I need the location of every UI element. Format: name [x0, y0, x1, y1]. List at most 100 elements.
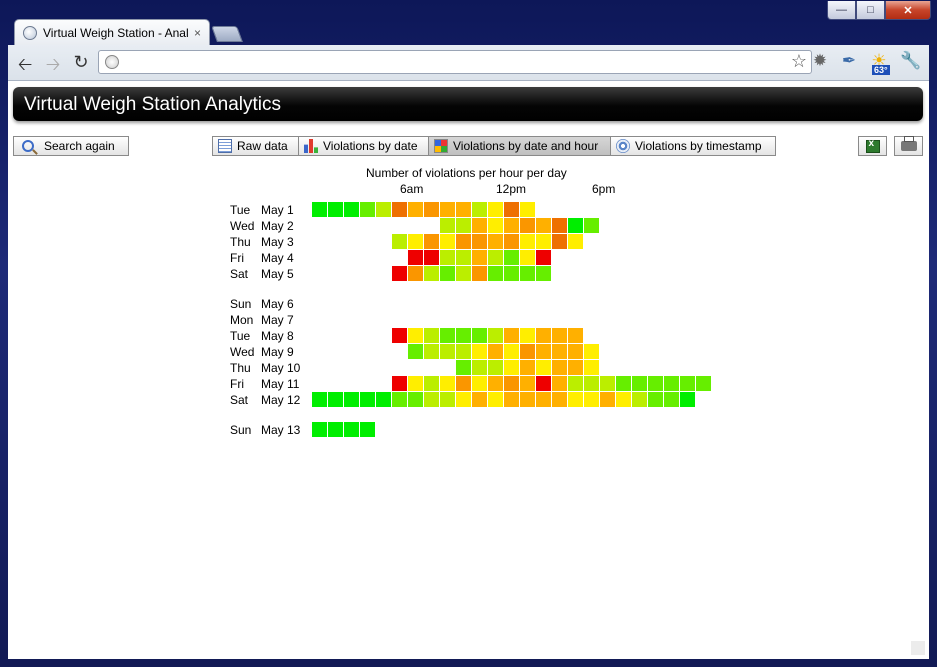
heatmap-cell[interactable] [488, 218, 503, 233]
heatmap-cell[interactable] [504, 344, 519, 359]
heatmap-cell[interactable] [456, 266, 471, 281]
heatmap-cell[interactable] [472, 218, 487, 233]
tab-violations-by-date[interactable]: Violations by date [298, 136, 429, 156]
back-arrow-icon[interactable]: 🡠 [14, 52, 36, 82]
browser-tab[interactable]: Virtual Weigh Station - Anal × [14, 19, 210, 45]
heatmap-cell[interactable] [440, 392, 455, 407]
heatmap-cell[interactable] [376, 392, 391, 407]
heatmap-cell[interactable] [360, 422, 375, 437]
heatmap-cell[interactable] [568, 360, 583, 375]
heatmap-cell[interactable] [456, 376, 471, 391]
heatmap-cell[interactable] [584, 344, 599, 359]
heatmap-cell[interactable] [360, 202, 375, 217]
heatmap-cell[interactable] [520, 328, 535, 343]
heatmap-cell[interactable] [440, 202, 455, 217]
heatmap-cell[interactable] [472, 250, 487, 265]
heatmap-cell[interactable] [520, 202, 535, 217]
heatmap-cell[interactable] [488, 202, 503, 217]
weather-icon[interactable]: ☀ 63° [868, 51, 890, 75]
heatmap-cell[interactable] [520, 360, 535, 375]
heatmap-cell[interactable] [440, 234, 455, 249]
heatmap-cell[interactable] [456, 202, 471, 217]
forward-arrow-icon[interactable]: 🡢 [42, 52, 64, 82]
heatmap-cell[interactable] [536, 266, 551, 281]
heatmap-cell[interactable] [488, 234, 503, 249]
heatmap-cell[interactable] [488, 250, 503, 265]
heatmap-cell[interactable] [536, 250, 551, 265]
heatmap-cell[interactable] [328, 422, 343, 437]
heatmap-cell[interactable] [344, 202, 359, 217]
heatmap-cell[interactable] [424, 376, 439, 391]
heatmap-cell[interactable] [440, 376, 455, 391]
heatmap-cell[interactable] [440, 218, 455, 233]
heatmap-cell[interactable] [456, 344, 471, 359]
heatmap-cell[interactable] [408, 376, 423, 391]
heatmap-cell[interactable] [408, 234, 423, 249]
heatmap-cell[interactable] [504, 392, 519, 407]
heatmap-cell[interactable] [472, 202, 487, 217]
eyedropper-icon[interactable]: ✒ [838, 51, 860, 73]
heatmap-cell[interactable] [504, 250, 519, 265]
search-again-button[interactable]: Search again [13, 136, 129, 156]
heatmap-cell[interactable] [392, 234, 407, 249]
heatmap-cell[interactable] [568, 328, 583, 343]
heatmap-cell[interactable] [392, 392, 407, 407]
heatmap-cell[interactable] [488, 344, 503, 359]
heatmap-cell[interactable] [552, 218, 567, 233]
heatmap-cell[interactable] [408, 328, 423, 343]
heatmap-cell[interactable] [328, 392, 343, 407]
heatmap-cell[interactable] [440, 344, 455, 359]
heatmap-cell[interactable] [680, 392, 695, 407]
heatmap-cell[interactable] [488, 376, 503, 391]
star-icon[interactable]: ☆ [791, 51, 807, 72]
heatmap-cell[interactable] [648, 376, 663, 391]
heatmap-cell[interactable] [360, 392, 375, 407]
heatmap-cell[interactable] [408, 202, 423, 217]
heatmap-cell[interactable] [392, 266, 407, 281]
tab-violations-by-timestamp[interactable]: Violations by timestamp [610, 136, 776, 156]
heatmap-cell[interactable] [312, 422, 327, 437]
heatmap-cell[interactable] [472, 328, 487, 343]
heatmap-cell[interactable] [568, 218, 583, 233]
heatmap-cell[interactable] [552, 234, 567, 249]
heatmap-cell[interactable] [504, 376, 519, 391]
heatmap-cell[interactable] [472, 360, 487, 375]
heatmap-cell[interactable] [424, 202, 439, 217]
heatmap-cell[interactable] [456, 234, 471, 249]
export-excel-button[interactable] [858, 136, 887, 156]
heatmap-cell[interactable] [552, 360, 567, 375]
heatmap-cell[interactable] [536, 344, 551, 359]
heatmap-cell[interactable] [584, 218, 599, 233]
maximize-icon[interactable]: □ [856, 1, 885, 20]
heatmap-cell[interactable] [600, 376, 615, 391]
resize-grip[interactable] [911, 641, 925, 655]
heatmap-cell[interactable] [424, 392, 439, 407]
minimize-icon[interactable]: — [827, 1, 856, 20]
heatmap-cell[interactable] [520, 266, 535, 281]
heatmap-cell[interactable] [536, 218, 551, 233]
heatmap-cell[interactable] [568, 376, 583, 391]
heatmap-cell[interactable] [584, 360, 599, 375]
heatmap-cell[interactable] [664, 392, 679, 407]
heatmap-cell[interactable] [456, 328, 471, 343]
heatmap-cell[interactable] [552, 392, 567, 407]
heatmap-cell[interactable] [472, 392, 487, 407]
heatmap-cell[interactable] [488, 266, 503, 281]
heatmap-cell[interactable] [552, 328, 567, 343]
heatmap-cell[interactable] [584, 392, 599, 407]
gear-extension-icon[interactable]: ✹ [809, 51, 831, 73]
heatmap-cell[interactable] [568, 392, 583, 407]
heatmap-cell[interactable] [488, 392, 503, 407]
heatmap-cell[interactable] [328, 202, 343, 217]
heatmap-cell[interactable] [504, 360, 519, 375]
heatmap-cell[interactable] [312, 392, 327, 407]
address-bar[interactable]: ☆ [98, 50, 812, 74]
heatmap-cell[interactable] [632, 376, 647, 391]
heatmap-cell[interactable] [520, 392, 535, 407]
heatmap-cell[interactable] [520, 234, 535, 249]
reload-icon[interactable]: ↻ [70, 52, 92, 73]
close-icon[interactable]: ✕ [885, 1, 931, 20]
tab-close-icon[interactable]: × [194, 26, 201, 40]
heatmap-cell[interactable] [408, 392, 423, 407]
tab-raw-data[interactable]: Raw data [212, 136, 299, 156]
